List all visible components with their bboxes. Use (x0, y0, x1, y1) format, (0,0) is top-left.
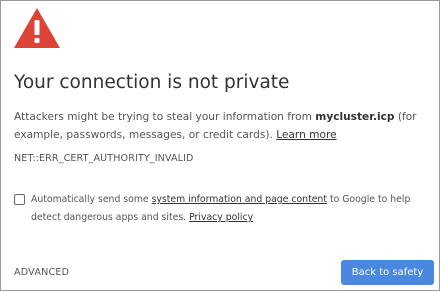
description-text-start: Attackers might be trying to steal your … (14, 111, 316, 123)
back-to-safety-button[interactable]: Back to safety (341, 260, 434, 285)
main-message: Attackers might be trying to steal your … (14, 108, 434, 144)
warning-triangle-icon (14, 8, 60, 48)
advanced-button[interactable]: ADVANCED (14, 267, 69, 278)
host-name: mycluster.icp (315, 111, 395, 123)
send-info-checkbox[interactable] (14, 194, 25, 205)
extended-reporting-text: Automatically send some system informati… (31, 191, 436, 227)
privacy-policy-link[interactable]: Privacy policy (189, 212, 253, 223)
learn-more-link[interactable]: Learn more (276, 129, 336, 141)
page-title: Your connection is not private (14, 72, 290, 93)
system-info-link[interactable]: system information and page content (152, 194, 327, 205)
error-code: NET::ERR_CERT_AUTHORITY_INVALID (14, 153, 194, 164)
interstitial-page: Your connection is not private Attackers… (0, 0, 440, 291)
optin-text-start: Automatically send some (31, 194, 152, 205)
